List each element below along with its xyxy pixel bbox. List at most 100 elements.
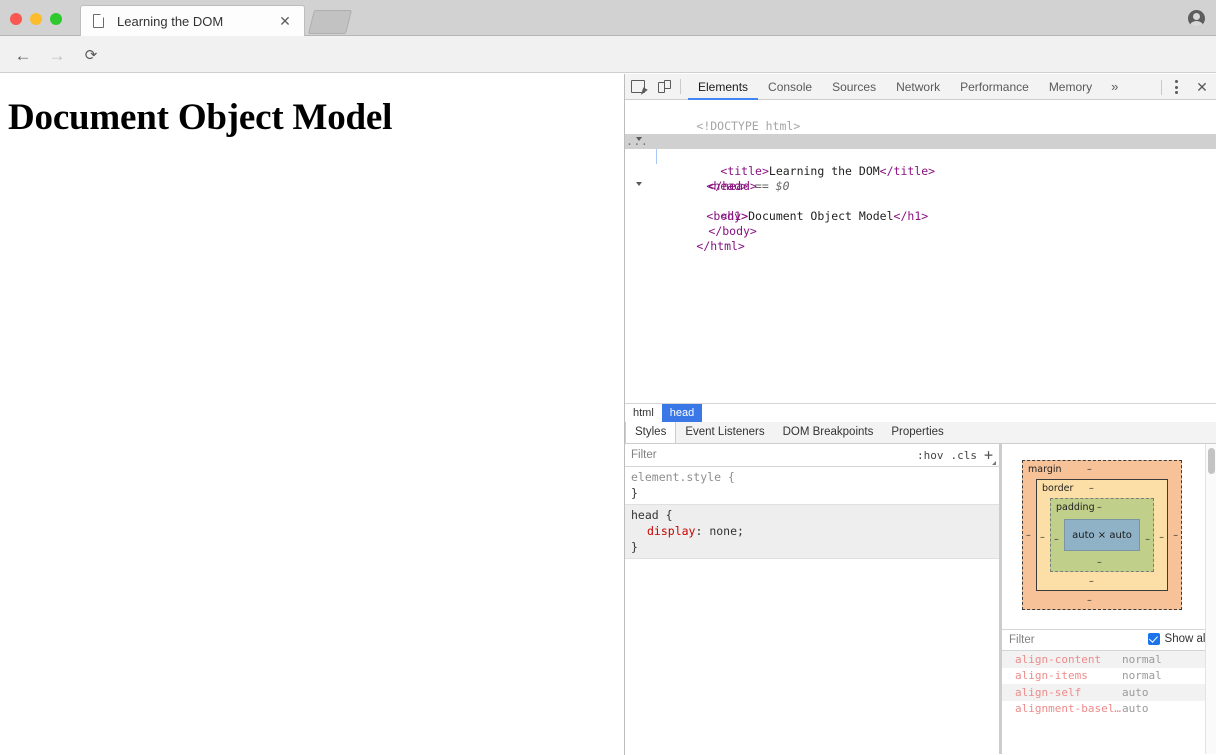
box-model-border[interactable]: border – – – – padding – – – –: [1036, 479, 1168, 591]
profile-avatar-icon[interactable]: [1188, 10, 1205, 27]
styles-filter-actions: :hov .cls +: [917, 444, 996, 467]
dom-line-html-open[interactable]: <html lang="en">: [625, 119, 1216, 134]
styles-filter-input[interactable]: Filter: [631, 449, 657, 461]
computed-filter-bar: Filter Show all: [1002, 629, 1216, 651]
border-top-value[interactable]: –: [1089, 483, 1094, 494]
box-model-diagram: margin – – – – border – – – – paddin: [1002, 444, 1216, 629]
dom-line-body-open[interactable]: <body>: [625, 179, 1216, 194]
dom-line-html-close[interactable]: </html>: [625, 224, 1216, 239]
margin-bottom-value[interactable]: –: [1087, 595, 1092, 606]
dom-line-head-open[interactable]: ... <head> == $0: [625, 134, 1216, 149]
chevron-down-icon-body[interactable]: [636, 182, 642, 186]
maximize-window-button[interactable]: [50, 13, 62, 25]
border-bottom-value[interactable]: –: [1089, 576, 1094, 587]
devtools-lower-body: Filter :hov .cls + element.style { } hea…: [625, 444, 1216, 754]
devtools-toolbar: Elements Console Sources Network Perform…: [625, 74, 1216, 100]
padding-bottom-value[interactable]: –: [1097, 557, 1102, 568]
border-left-value[interactable]: –: [1040, 532, 1045, 543]
tab-styles[interactable]: Styles: [625, 421, 676, 443]
dom-line-h1[interactable]: <h1>Document Object Model</h1>: [625, 194, 1216, 209]
styles-sidebar-tabs: Styles Event Listeners DOM Breakpoints P…: [625, 422, 1216, 444]
box-model-margin[interactable]: margin – – – – border – – – – paddin: [1022, 460, 1182, 610]
margin-top-value[interactable]: –: [1087, 464, 1092, 475]
tab-properties[interactable]: Properties: [882, 421, 952, 443]
browser-tab[interactable]: Learning the DOM ✕: [80, 5, 305, 36]
computed-filter-input[interactable]: Filter: [1009, 634, 1035, 646]
dom-line-title[interactable]: <title>Learning the DOM</title>: [625, 149, 1216, 164]
dom-line-doctype[interactable]: <!DOCTYPE html>: [625, 104, 1216, 119]
new-tab-button[interactable]: [308, 10, 352, 34]
window-controls: [10, 13, 62, 25]
page-viewport: Document Object Model: [0, 74, 624, 755]
tab-event-listeners[interactable]: Event Listeners: [676, 421, 773, 443]
toolbar-divider: [680, 79, 681, 94]
show-all-label: Show all: [1165, 633, 1208, 645]
computed-property-value: auto: [1122, 702, 1149, 715]
box-model-content[interactable]: auto × auto: [1064, 519, 1140, 551]
forward-icon[interactable]: →: [42, 44, 72, 66]
dom-tree[interactable]: <!DOCTYPE html> <html lang="en"> ... <he…: [625, 100, 1216, 422]
dom-line-head-close[interactable]: </head>: [625, 164, 1216, 179]
more-tabs-icon[interactable]: »: [1102, 79, 1127, 94]
scrollbar-thumb[interactable]: [1208, 448, 1215, 474]
computed-property-row[interactable]: alignment-basel… auto: [1002, 701, 1216, 718]
margin-right-value[interactable]: –: [1173, 530, 1178, 541]
computed-property-row[interactable]: align-content normal: [1002, 651, 1216, 668]
browser-window: Learning the DOM ✕ ← → ⟳ file:///Users/s…: [0, 0, 1216, 755]
tab-elements[interactable]: Elements: [688, 74, 758, 100]
nav-buttons: ← → ⟳: [8, 44, 106, 66]
margin-label: margin: [1028, 464, 1062, 475]
reload-icon[interactable]: ⟳: [76, 44, 106, 66]
close-icon[interactable]: ✕: [278, 14, 292, 28]
css-rule-element-style[interactable]: element.style { }: [625, 467, 1000, 504]
page-title: Document Object Model: [0, 74, 624, 139]
tab-console[interactable]: Console: [758, 74, 822, 100]
html-close-tag: </html>: [696, 239, 744, 253]
css-rule-head[interactable]: head { user agent stylesheet display: no…: [625, 504, 1000, 559]
close-devtools-icon[interactable]: ✕: [1188, 74, 1216, 100]
new-style-rule-button[interactable]: +: [984, 448, 996, 463]
tab-title: Learning the DOM: [117, 14, 223, 29]
computed-pane-scrollbar[interactable]: [1205, 444, 1216, 754]
css-value-display: none;: [709, 524, 744, 538]
tab-performance[interactable]: Performance: [950, 74, 1039, 100]
breadcrumb-item-head[interactable]: head: [662, 404, 702, 423]
cls-toggle[interactable]: .cls: [950, 449, 977, 462]
computed-property-name: align-self: [1002, 686, 1122, 699]
computed-property-row[interactable]: align-items normal: [1002, 668, 1216, 685]
computed-property-name: alignment-basel…: [1002, 702, 1122, 715]
toolbar-divider-right: [1161, 80, 1162, 95]
back-icon[interactable]: ←: [8, 44, 38, 66]
css-selector-element-style: element.style {: [631, 469, 994, 485]
border-label: border: [1042, 483, 1073, 494]
breadcrumb-item-html[interactable]: html: [625, 404, 662, 423]
padding-top-value[interactable]: –: [1097, 502, 1102, 513]
devtools-tabs: Elements Console Sources Network Perform…: [688, 74, 1127, 100]
tab-sources[interactable]: Sources: [822, 74, 886, 100]
tab-memory[interactable]: Memory: [1039, 74, 1102, 100]
tab-dom-breakpoints[interactable]: DOM Breakpoints: [774, 421, 883, 443]
devtools-toolbar-right: ✕: [1161, 74, 1216, 100]
computed-property-row[interactable]: align-self auto: [1002, 684, 1216, 701]
border-right-value[interactable]: –: [1159, 532, 1164, 543]
hov-toggle[interactable]: :hov: [917, 449, 944, 462]
css-declaration-display[interactable]: display: none;: [631, 523, 994, 539]
margin-left-value[interactable]: –: [1026, 530, 1031, 541]
css-selector-head: head {: [631, 508, 673, 522]
dom-line-body-close[interactable]: </body>: [625, 209, 1216, 224]
tab-network[interactable]: Network: [886, 74, 950, 100]
computed-property-value: normal: [1122, 653, 1162, 666]
styles-filter-bar: Filter :hov .cls +: [625, 444, 1000, 467]
show-all-toggle[interactable]: Show all: [1148, 633, 1208, 645]
close-window-button[interactable]: [10, 13, 22, 25]
device-toolbar-icon[interactable]: [651, 75, 677, 99]
inspect-element-icon[interactable]: [625, 75, 651, 99]
css-close-brace-1: }: [631, 539, 994, 555]
minimize-window-button[interactable]: [30, 13, 42, 25]
padding-right-value[interactable]: –: [1145, 534, 1150, 545]
box-model-padding[interactable]: padding – – – – auto × auto: [1050, 498, 1154, 572]
chevron-down-icon[interactable]: [636, 137, 642, 141]
devtools-menu-icon[interactable]: [1164, 74, 1188, 100]
padding-left-value[interactable]: –: [1054, 534, 1059, 545]
show-all-checkbox[interactable]: [1148, 633, 1160, 645]
